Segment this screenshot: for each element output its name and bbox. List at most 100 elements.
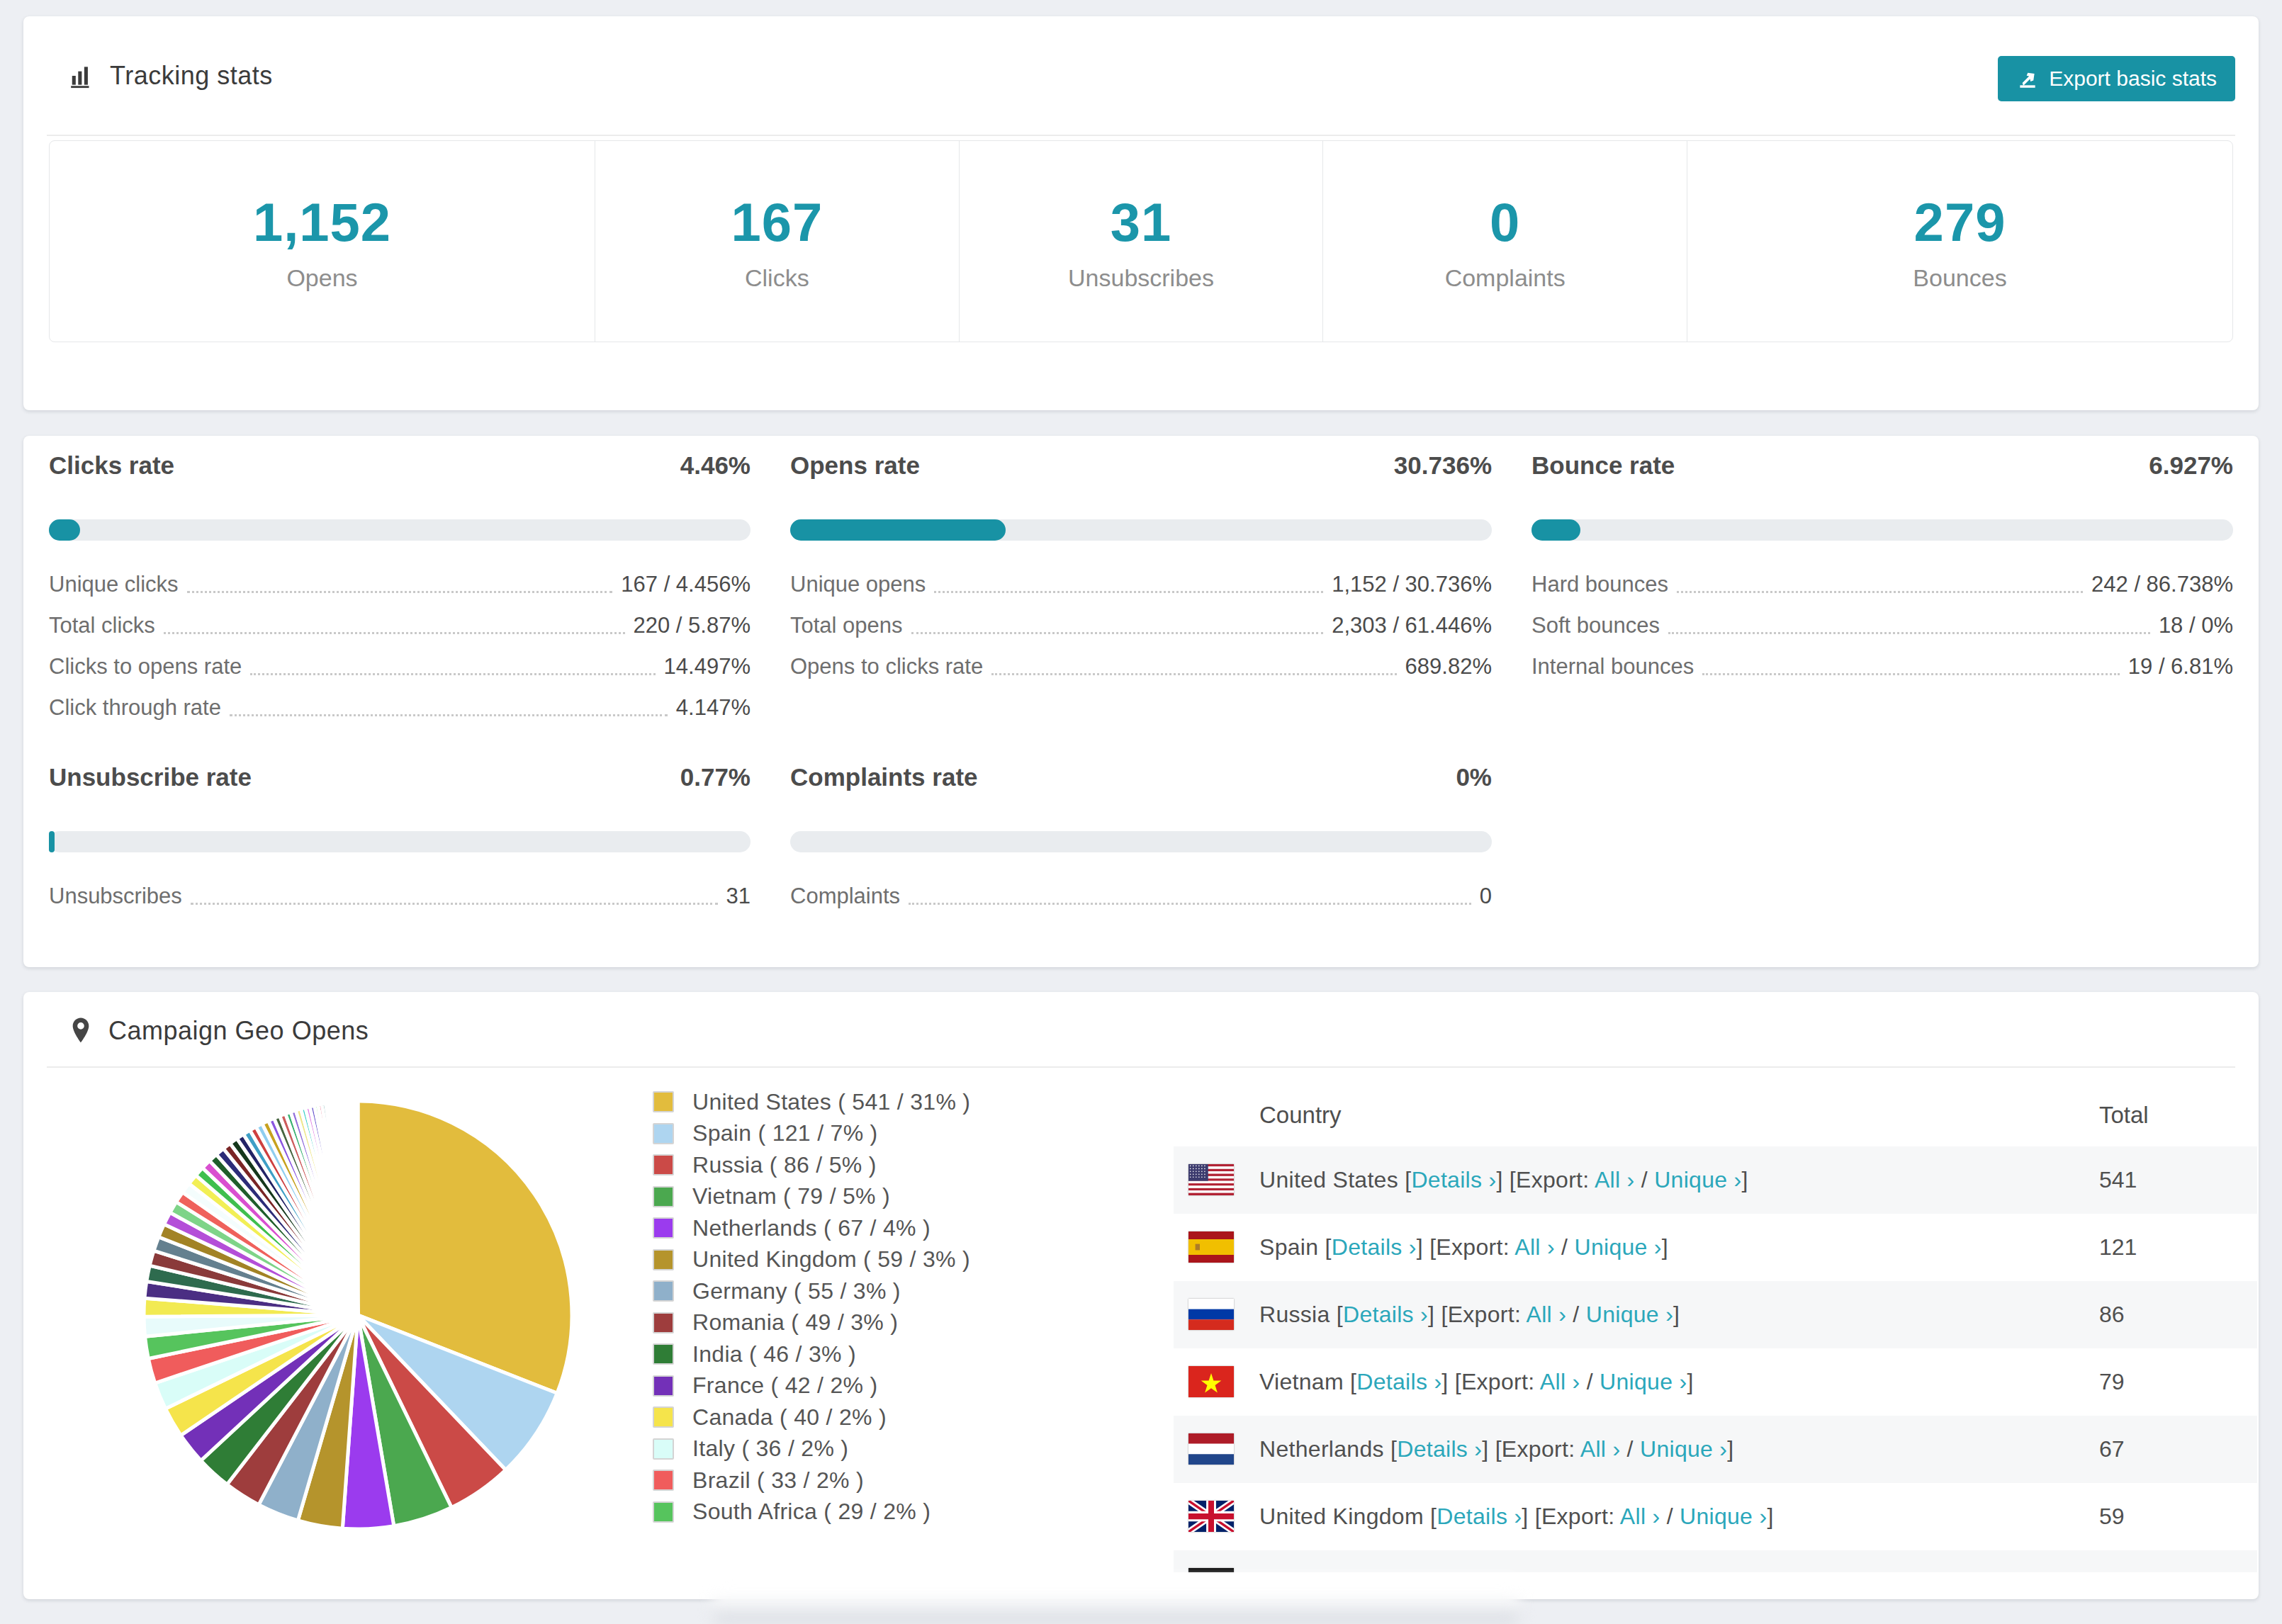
legend-swatch xyxy=(653,1312,674,1333)
dotted-leader xyxy=(1668,632,2150,634)
card-title-tracking-stats: Tracking stats xyxy=(110,61,273,91)
dotted-leader xyxy=(934,591,1323,593)
nl-flag-icon xyxy=(1188,1433,1234,1465)
details-link[interactable]: Details › xyxy=(1332,1234,1417,1260)
slash-separator: / xyxy=(1620,1436,1640,1462)
rate-title: Bounce rate xyxy=(1531,450,1675,481)
export-unique-link[interactable]: Unique › xyxy=(1654,1167,1741,1192)
rate-block-complaints-rate: Complaints rate0%Complaints0 xyxy=(790,762,1492,917)
legend-label: Romania ( 49 / 3% ) xyxy=(692,1309,898,1336)
dotted-leader xyxy=(164,632,625,634)
stat-label: Bounces xyxy=(1913,264,2006,292)
details-link[interactable]: Details › xyxy=(1356,1369,1441,1394)
rate-progress-bar xyxy=(790,519,1492,541)
export-label: ] [Export: xyxy=(1522,1504,1619,1529)
geo-table-row-es: Spain [Details ›] [Export: All › / Uniqu… xyxy=(1174,1214,2257,1281)
stat-value: 1,152 xyxy=(253,191,391,253)
geo-table-col-country: Country xyxy=(1259,1102,1342,1129)
blur-artifact xyxy=(712,1577,1520,1624)
legend-swatch xyxy=(653,1186,674,1207)
export-unique-link[interactable]: Unique › xyxy=(1586,1302,1673,1327)
rate-detail-row: Total opens2,303 / 61.446% xyxy=(790,605,1492,646)
export-all-link[interactable]: All › xyxy=(1540,1369,1580,1394)
dotted-leader xyxy=(1702,673,2120,675)
closing-bracket: ] xyxy=(1662,1234,1668,1260)
rate-title: Clicks rate xyxy=(49,450,174,481)
closing-bracket: ] xyxy=(1673,1302,1680,1327)
legend-item: Canada ( 40 / 2% ) xyxy=(653,1402,970,1433)
export-all-link[interactable]: All › xyxy=(1620,1504,1660,1529)
pie-slice[interactable] xyxy=(356,1101,358,1315)
details-link[interactable]: Details › xyxy=(1411,1167,1496,1192)
legend-label: United Kingdom ( 59 / 3% ) xyxy=(692,1246,970,1273)
details-link[interactable]: Details › xyxy=(1343,1302,1428,1327)
geo-row-total: 541 xyxy=(2099,1167,2137,1193)
rate-detail-label: Hard bounces xyxy=(1531,572,1668,597)
export-all-link[interactable]: All › xyxy=(1514,1234,1555,1260)
tracking-stats-card: Tracking stats Export basic stats 1,152O… xyxy=(23,16,2259,410)
export-unique-link[interactable]: Unique › xyxy=(1640,1436,1727,1462)
rate-detail-label: Unique opens xyxy=(790,572,926,597)
dotted-leader xyxy=(911,632,1324,634)
legend-item: Netherlands ( 67 / 4% ) xyxy=(653,1212,970,1244)
pie-legend: United States ( 541 / 31% )Spain ( 121 /… xyxy=(653,1086,970,1528)
export-basic-stats-button[interactable]: Export basic stats xyxy=(1998,56,2235,101)
export-unique-link[interactable]: Unique › xyxy=(1574,1234,1661,1260)
details-link[interactable]: Details › xyxy=(1367,1571,1452,1572)
rate-progress-bar xyxy=(1531,519,2233,541)
rate-detail-row: Click through rate4.147% xyxy=(49,687,751,728)
legend-label: Brazil ( 33 / 2% ) xyxy=(692,1467,864,1494)
dotted-leader xyxy=(230,714,668,716)
rate-detail-value: 31 xyxy=(726,884,751,909)
stat-complaints: 0Complaints xyxy=(1323,141,1687,342)
map-pin-icon xyxy=(69,1017,93,1045)
dotted-leader xyxy=(1677,591,2083,593)
export-label: ] [Export: xyxy=(1482,1436,1580,1462)
legend-item: Italy ( 36 / 2% ) xyxy=(653,1433,970,1465)
export-all-link[interactable]: All › xyxy=(1527,1302,1567,1327)
details-link[interactable]: Details › xyxy=(1397,1436,1482,1462)
dotted-leader xyxy=(991,673,1396,675)
slash-separator: / xyxy=(1590,1571,1610,1572)
legend-label: Vietnam ( 79 / 5% ) xyxy=(692,1183,890,1209)
closing-bracket: ] xyxy=(1767,1504,1773,1529)
geo-country-table: CountryTotalUnited States [Details ›] [E… xyxy=(1174,1084,2257,1572)
country-name: Russia [ xyxy=(1259,1302,1343,1327)
vn-flag-icon xyxy=(1188,1366,1234,1397)
legend-item: Vietnam ( 79 / 5% ) xyxy=(653,1181,970,1213)
geo-table-row-gb: United Kingdom [Details ›] [Export: All … xyxy=(1174,1483,2257,1550)
legend-swatch xyxy=(653,1501,674,1523)
export-unique-link[interactable]: Unique › xyxy=(1600,1369,1687,1394)
details-link[interactable]: Details › xyxy=(1437,1504,1522,1529)
export-label: ] [Export: xyxy=(1452,1571,1550,1572)
export-all-link[interactable]: All › xyxy=(1580,1436,1621,1462)
rate-detail-value: 167 / 4.456% xyxy=(621,572,751,597)
country-name: United Kingdom [ xyxy=(1259,1504,1437,1529)
rate-title: Complaints rate xyxy=(790,762,978,793)
geo-row-total: 121 xyxy=(2099,1234,2137,1261)
legend-label: Netherlands ( 67 / 4% ) xyxy=(692,1215,931,1241)
rate-detail-label: Internal bounces xyxy=(1531,654,1694,680)
export-all-link[interactable]: All › xyxy=(1551,1571,1591,1572)
geo-table-row-us: United States [Details ›] [Export: All ›… xyxy=(1174,1146,2257,1214)
geo-opens-pie-chart[interactable] xyxy=(131,1088,585,1542)
rate-block-opens-rate: Opens rate30.736%Unique opens1,152 / 30.… xyxy=(790,450,1492,762)
export-unique-link[interactable]: Unique › xyxy=(1680,1504,1767,1529)
dotted-leader xyxy=(191,903,718,905)
geo-row-total: 79 xyxy=(2099,1369,2125,1395)
legend-label: South Africa ( 29 / 2% ) xyxy=(692,1499,931,1525)
legend-label: Spain ( 121 / 7% ) xyxy=(692,1120,878,1146)
rate-detail-label: Soft bounces xyxy=(1531,613,1660,638)
rate-detail-value: 1,152 / 30.736% xyxy=(1332,572,1492,597)
export-all-link[interactable]: All › xyxy=(1595,1167,1635,1192)
export-unique-link[interactable]: Unique › xyxy=(1610,1571,1697,1572)
rate-detail-label: Unique clicks xyxy=(49,572,179,597)
closing-bracket: ] xyxy=(1741,1167,1748,1192)
rate-detail-row: Unsubscribes31 xyxy=(49,876,751,917)
geo-row-links: United Kingdom [Details ›] [Export: All … xyxy=(1259,1504,1774,1530)
legend-swatch xyxy=(653,1343,674,1365)
rate-detail-row: Total clicks220 / 5.87% xyxy=(49,605,751,646)
legend-label: France ( 42 / 2% ) xyxy=(692,1372,878,1399)
stat-value: 279 xyxy=(1914,191,2006,253)
rate-detail-row: Complaints0 xyxy=(790,876,1492,917)
